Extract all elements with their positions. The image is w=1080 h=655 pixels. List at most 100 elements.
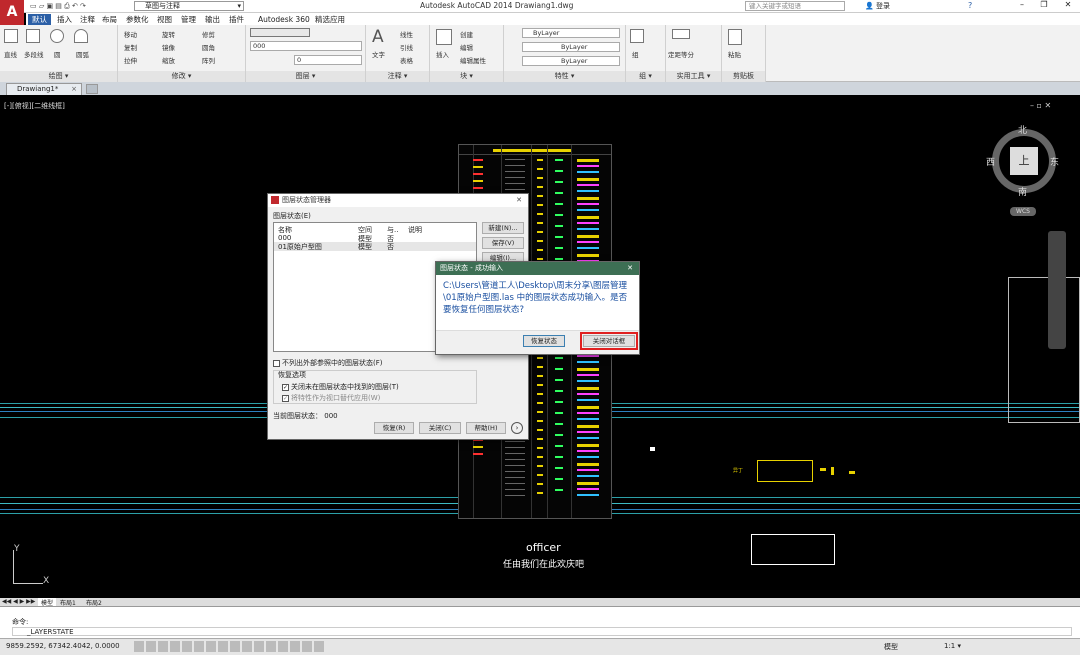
compass-east[interactable]: 东	[1050, 155, 1059, 168]
document-tab-bar: Drawiang1* ×	[0, 82, 1080, 95]
layout-nav-icon[interactable]: ◀◀ ◀ ▶ ▶▶	[2, 598, 35, 605]
search-placeholder: 键入关键字或短语	[749, 2, 801, 10]
arc-icon[interactable]	[74, 29, 88, 43]
turn-off-layers-checkbox[interactable]: ✓ 关闭未在图层状态中找到的图层(T)	[282, 382, 399, 392]
save-state-button[interactable]: 保存(V)	[482, 237, 524, 249]
line-icon[interactable]	[4, 29, 18, 43]
restore-state-button[interactable]: 恢复状态	[523, 335, 565, 347]
drawing-canvas[interactable]: [-][俯视][二维线框] – ▫ ✕ 异丁 officer 任由我们在此欢庆吧…	[0, 95, 1080, 598]
panel-properties-label[interactable]: 特性 ▾	[504, 71, 625, 82]
row-name: 01原始户型图	[278, 243, 322, 251]
mirror-button[interactable]: 镜像	[162, 42, 175, 52]
trim-button[interactable]: 修剪	[202, 29, 215, 39]
paste-icon[interactable]	[728, 29, 742, 45]
panel-layers-label[interactable]: 图层 ▾	[246, 71, 365, 82]
circle-icon[interactable]	[50, 29, 64, 43]
exclude-xref-checkbox[interactable]: 不列出外部参照中的图层状态(F)	[273, 358, 383, 368]
polyline-label: 多段线	[24, 51, 44, 59]
workspace-dropdown[interactable]: 草图与注释 ▾	[134, 1, 244, 11]
viewport-label[interactable]: [-][俯视][二维线框]	[4, 101, 65, 111]
tab-annotate[interactable]: 注释	[76, 14, 99, 25]
table-button[interactable]: 表格	[400, 55, 413, 65]
close-window-button[interactable]: ✕	[1057, 0, 1079, 12]
viewcube-top-face[interactable]: 上	[1010, 147, 1038, 175]
compass-north[interactable]: 北	[1018, 123, 1027, 136]
tab-manage[interactable]: 管理	[177, 14, 200, 25]
compass-south[interactable]: 南	[1018, 185, 1027, 198]
insert-block-icon[interactable]	[436, 29, 452, 45]
model-space-button[interactable]: 模型	[884, 642, 898, 652]
tab-layout[interactable]: 布局	[98, 14, 121, 25]
help-button[interactable]: 帮助(H)	[466, 422, 506, 434]
move-button[interactable]: 移动	[124, 29, 137, 39]
current-state-value: 000	[324, 412, 338, 420]
panel-draw-label[interactable]: 绘图 ▾	[0, 71, 117, 82]
array-button[interactable]: 阵列	[202, 55, 215, 65]
linetype-dropdown[interactable]: ByLayer	[522, 42, 620, 52]
ucs-x-label: X	[43, 576, 50, 586]
layer-current-dropdown[interactable]: 000	[250, 41, 362, 51]
panel-utilities-label[interactable]: 实用工具 ▾	[666, 71, 721, 82]
stretch-button[interactable]: 拉伸	[124, 55, 137, 65]
fillet-button[interactable]: 圆角	[202, 42, 215, 52]
tab-view[interactable]: 视图	[153, 14, 176, 25]
maximize-button[interactable]: ❐	[1034, 0, 1054, 12]
leader-button[interactable]: 引线	[400, 42, 413, 52]
rotate-button[interactable]: 旋转	[162, 29, 175, 39]
minimize-button[interactable]: –	[1012, 0, 1032, 12]
close-dialog-button[interactable]: 关闭对话框	[580, 332, 638, 350]
layer-state-dropdown[interactable]: 0	[294, 55, 362, 65]
wcs-button[interactable]: WCS	[1010, 207, 1036, 216]
panel-modify-label[interactable]: 修改 ▾	[118, 71, 245, 82]
tab-output[interactable]: 输出	[201, 14, 224, 25]
text-icon[interactable]: A	[372, 27, 384, 47]
close-icon[interactable]: ✕	[627, 262, 633, 275]
new-tab-button[interactable]	[86, 84, 98, 94]
tab-featured-apps[interactable]: 精选应用	[311, 14, 349, 25]
close-button[interactable]: 关闭(C)	[419, 422, 461, 434]
panel-block-label[interactable]: 块 ▾	[430, 71, 503, 82]
autocad-logo-icon[interactable]: A	[0, 0, 24, 25]
navigation-bar[interactable]	[1048, 231, 1066, 349]
command-input[interactable]: _LAYERSTATE	[12, 627, 1072, 636]
create-block-button[interactable]: 创建	[460, 29, 473, 39]
tab-default[interactable]: 默认	[28, 14, 51, 25]
search-input[interactable]: 键入关键字或短语	[745, 1, 845, 11]
panel-clipboard: 粘贴 剪贴板	[722, 25, 766, 82]
color-dropdown[interactable]: ByLayer	[522, 28, 620, 38]
viewcube[interactable]: 上 北 南 东 西	[986, 123, 1062, 199]
list-item[interactable]: 01原始户型图 模型 否	[274, 242, 476, 251]
copy-button[interactable]: 复制	[124, 42, 137, 52]
tab-insert[interactable]: 插入	[53, 14, 76, 25]
quick-access-toolbar[interactable]: ▭ ▱ ▣ ▤ ⎙ ↶ ↷	[30, 2, 130, 11]
panel-clipboard-label[interactable]: 剪贴板	[722, 71, 765, 82]
panel-groups-label[interactable]: 组 ▾	[626, 71, 665, 82]
edit-attributes-button[interactable]: 编辑属性	[460, 55, 486, 65]
lineweight-dropdown[interactable]: ByLayer	[522, 56, 620, 66]
tab-autodesk360[interactable]: Autodesk 360	[254, 14, 314, 25]
drafting-toggles[interactable]	[134, 641, 324, 652]
measure-icon[interactable]	[672, 29, 690, 39]
login-button[interactable]: 👤 登录	[865, 1, 905, 12]
layer-properties-icon[interactable]	[250, 28, 310, 37]
panel-draw: 直线 多段线 圆 圆弧 绘图 ▾	[0, 25, 118, 82]
autocad-dialog-icon	[271, 196, 279, 204]
panel-annotation-label[interactable]: 注释 ▾	[366, 71, 429, 82]
doc-tab-drawing[interactable]: Drawiang1* ×	[6, 83, 82, 95]
new-state-button[interactable]: 新建(N)...	[482, 222, 524, 234]
edit-block-button[interactable]: 编辑	[460, 42, 473, 52]
help-icon[interactable]: ?	[968, 1, 972, 10]
viewport-controls[interactable]: – ▫ ✕	[1030, 101, 1051, 110]
group-icon[interactable]	[630, 29, 644, 43]
viewport-override-checkbox[interactable]: ✓ 将特性作为视口替代应用(W)	[282, 393, 380, 403]
scale-button[interactable]: 缩放	[162, 55, 175, 65]
linear-button[interactable]: 线性	[400, 29, 413, 39]
polyline-icon[interactable]	[26, 29, 40, 43]
expand-arrow-icon[interactable]: ›	[511, 422, 523, 434]
restore-button[interactable]: 恢复(R)	[374, 422, 414, 434]
tab-plugins[interactable]: 插件	[225, 14, 248, 25]
tab-parametric[interactable]: 参数化	[122, 14, 153, 25]
success-dialog-titlebar: 图层状态 - 成功输入 ✕	[436, 262, 639, 275]
annotation-scale[interactable]: 1:1 ▾	[944, 642, 961, 650]
compass-west[interactable]: 西	[986, 155, 995, 168]
